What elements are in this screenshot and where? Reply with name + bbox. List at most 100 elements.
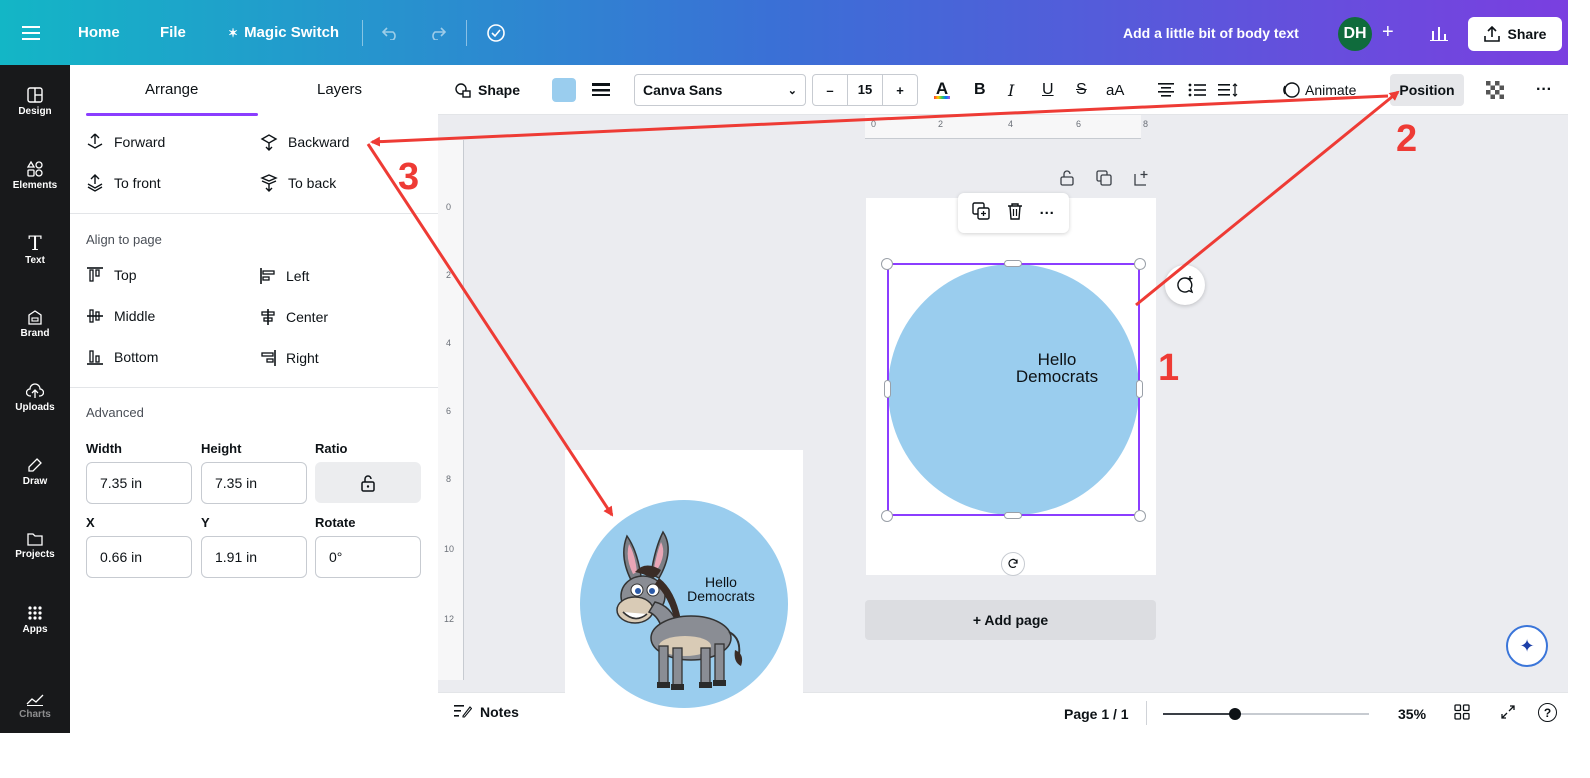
magic-switch-button[interactable]: ✶ Magic Switch (228, 0, 339, 65)
resize-handle[interactable] (1134, 258, 1146, 270)
redo-icon[interactable] (428, 0, 446, 65)
duplicate-page-icon[interactable] (1096, 170, 1112, 191)
ruler-tick-label: 6 (1076, 119, 1082, 129)
rail-item-text[interactable]: T Text (0, 219, 70, 281)
help-icon[interactable]: ? (1538, 703, 1557, 722)
more-options-button[interactable]: ··· (1536, 65, 1552, 115)
align-left-button[interactable]: Left (260, 267, 309, 285)
letter-case-button[interactable]: aA (1106, 65, 1124, 115)
duplicate-icon[interactable] (972, 201, 991, 225)
step-number-3: 3 (398, 156, 420, 198)
cloud-saved-icon[interactable] (486, 0, 506, 65)
grid-view-icon[interactable] (1454, 704, 1470, 725)
transparency-icon[interactable] (1486, 65, 1504, 115)
rail-label: Draw (22, 476, 48, 487)
zoom-slider-knob[interactable] (1229, 708, 1241, 720)
to-back-button[interactable]: To back (260, 174, 336, 192)
align-right-button[interactable]: Right (260, 349, 319, 367)
forward-label: Forward (114, 134, 166, 150)
resize-handle[interactable] (881, 258, 893, 270)
tab-arrange[interactable]: Arrange (145, 81, 198, 98)
rail-item-projects[interactable]: Projects (0, 515, 70, 577)
width-field[interactable]: 7.35 in (86, 462, 192, 504)
line-spacing-icon[interactable] (1218, 65, 1238, 115)
page-indicator[interactable]: Page 1 / 1 (1064, 706, 1129, 722)
to-front-button[interactable]: To front (86, 174, 161, 192)
rail-label: Projects (15, 549, 55, 560)
align-right-icon (261, 350, 276, 366)
share-button[interactable]: Share (1468, 17, 1562, 51)
rail-item-uploads[interactable]: Uploads (0, 367, 70, 429)
height-field[interactable]: 7.35 in (201, 462, 307, 504)
text-color-button[interactable]: A (934, 65, 950, 115)
align-top-button[interactable]: Top (86, 267, 137, 283)
align-left-label: Left (286, 268, 310, 284)
bold-button[interactable]: B (974, 65, 986, 115)
zoom-slider[interactable] (1163, 708, 1369, 720)
share-label: Share (1507, 26, 1547, 42)
add-page-button[interactable]: + Add page (865, 600, 1156, 640)
file-menu-button[interactable]: File (160, 0, 186, 65)
rail-item-brand[interactable]: Brand (0, 293, 70, 355)
width-label: Width (86, 441, 122, 456)
resize-handle[interactable] (1136, 380, 1143, 398)
resize-handle[interactable] (1004, 260, 1022, 267)
divider (70, 387, 438, 388)
notes-button[interactable]: Notes (454, 704, 519, 720)
invite-plus-icon[interactable]: + (1382, 0, 1394, 65)
magic-assistant-button[interactable]: ✦ (1506, 625, 1548, 667)
resize-handle[interactable] (884, 380, 891, 398)
increase-size-button[interactable]: + (883, 83, 917, 98)
ratio-lock-button[interactable] (315, 462, 421, 503)
resize-handle[interactable] (1134, 510, 1146, 522)
lock-page-icon[interactable] (1060, 170, 1074, 191)
x-field[interactable]: 0.66 in (86, 536, 192, 578)
y-field[interactable]: 1.91 in (201, 536, 307, 578)
resize-handle[interactable] (881, 510, 893, 522)
animate-button[interactable]: Animate (1282, 65, 1356, 115)
backward-button[interactable]: Backward (260, 133, 349, 151)
hamburger-menu-icon[interactable] (22, 0, 40, 65)
resize-handle[interactable] (1004, 512, 1022, 519)
forward-button[interactable]: Forward (86, 133, 165, 151)
rail-item-draw[interactable]: Draw (0, 441, 70, 503)
align-bottom-button[interactable]: Bottom (86, 349, 158, 365)
shape-button[interactable]: Shape (454, 65, 520, 115)
trash-icon[interactable] (1007, 202, 1023, 225)
document-title[interactable]: Add a little bit of body text (1123, 0, 1299, 65)
add-page-icon[interactable] (1134, 170, 1150, 191)
font-size-stepper[interactable]: – 15 + (812, 74, 918, 106)
backward-icon (260, 134, 278, 151)
rotate-handle[interactable] (1001, 552, 1025, 576)
more-icon[interactable]: ··· (1040, 205, 1055, 222)
align-center-button[interactable]: Center (260, 308, 328, 326)
active-tab-indicator (86, 113, 258, 116)
list-icon[interactable] (1188, 65, 1206, 115)
comment-button[interactable] (1165, 265, 1205, 305)
font-size-value[interactable]: 15 (847, 75, 883, 105)
align-middle-button[interactable]: Middle (86, 308, 155, 324)
strikethrough-button[interactable]: S (1076, 65, 1087, 115)
border-style-icon[interactable] (592, 65, 610, 115)
home-button[interactable]: Home (78, 0, 120, 65)
undo-icon[interactable] (382, 0, 400, 65)
analytics-icon[interactable] (1430, 0, 1448, 65)
font-family-select[interactable]: Canva Sans ⌄ (634, 74, 806, 106)
italic-button[interactable]: I (1008, 65, 1014, 115)
rail-item-charts[interactable]: Charts (0, 675, 70, 737)
avatar[interactable]: DH (1338, 17, 1372, 51)
to-back-label: To back (288, 175, 337, 191)
text-align-icon[interactable] (1158, 65, 1174, 115)
underline-button[interactable]: U (1042, 65, 1054, 115)
position-button[interactable]: Position (1390, 74, 1464, 106)
rail-item-apps[interactable]: Apps (0, 589, 70, 651)
fullscreen-icon[interactable] (1500, 704, 1516, 725)
decrease-size-button[interactable]: – (813, 83, 847, 98)
tab-layers[interactable]: Layers (317, 81, 362, 98)
rotate-field[interactable]: 0° (315, 536, 421, 578)
rail-item-elements[interactable]: Elements (0, 145, 70, 207)
brand-icon (28, 310, 42, 325)
fill-color-swatch[interactable] (552, 65, 576, 115)
rail-item-design[interactable]: Design (0, 71, 70, 133)
zoom-level[interactable]: 35% (1398, 706, 1426, 722)
